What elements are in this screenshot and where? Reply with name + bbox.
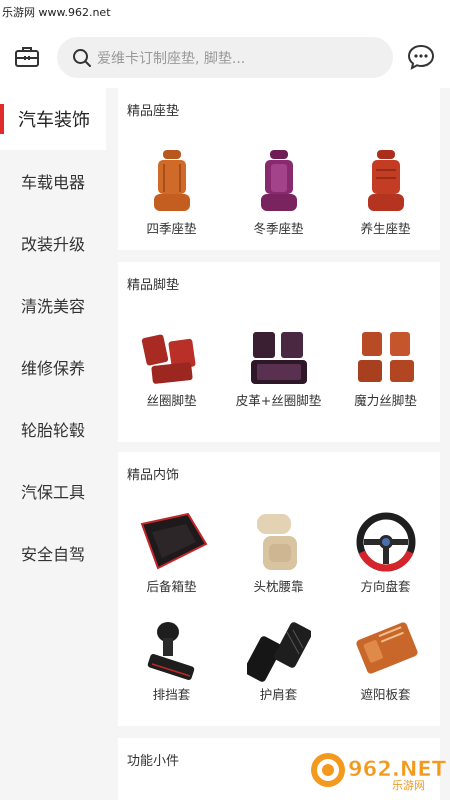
toolbox-icon[interactable] — [12, 42, 42, 72]
floor-mat-icon — [357, 332, 414, 382]
section-title: 精品脚垫 — [127, 278, 180, 293]
seat-cushion-icon — [260, 150, 297, 211]
sidebar-item-label: 轮胎轮毂 — [21, 421, 86, 440]
product-trunk-mat[interactable]: 后备箱垫 — [118, 510, 225, 595]
sidebar-item-tools[interactable]: 汽保工具 — [0, 460, 106, 522]
product-label: 排挡套 — [152, 687, 191, 702]
sidebar-item-car-electronics[interactable]: 车载电器 — [0, 150, 106, 212]
section-interior: 精品内饰 后备箱垫 头枕腰靠 方向盘套 排挡套 护肩套 遮阳板套 — [118, 452, 440, 726]
app-screen: 爱维卡订制座垫, 脚垫... 乐游网 www.962.net 汽车装饰 车载电器… — [0, 0, 450, 800]
sidebar-item-label: 汽保工具 — [21, 483, 86, 502]
logo-text: 962.NET — [348, 757, 446, 781]
sidebar-item-label: 汽车装饰 — [18, 110, 90, 131]
product-label: 魔力丝脚垫 — [354, 393, 417, 408]
product-health-cushion[interactable]: 养生座垫 — [332, 150, 439, 237]
section-floor-mats: 精品脚垫 丝圈脚垫 皮革+丝圈脚垫 魔力丝脚垫 — [118, 262, 440, 442]
product-coil-floor-mat[interactable]: 丝圈脚垫 — [118, 330, 225, 409]
sidebar-item-maintenance[interactable]: 维修保养 — [0, 336, 106, 398]
seat-cushion-icon — [153, 150, 190, 211]
product-label: 护肩套 — [259, 687, 298, 702]
search-icon — [73, 49, 91, 67]
steering-wheel-icon — [356, 512, 415, 572]
logo-subtext: 乐游网 — [392, 779, 425, 792]
floor-mat-icon — [250, 332, 307, 384]
chat-bubble-icon[interactable] — [406, 42, 436, 72]
section-seat-cushions: 精品座垫 四季座垫 冬季座垫 养生座垫 — [118, 88, 440, 250]
product-headrest-lumbar[interactable]: 头枕腰靠 — [225, 510, 332, 595]
search-input[interactable]: 爱维卡订制座垫, 脚垫... — [97, 48, 245, 68]
product-sun-visor-cover[interactable]: 遮阳板套 — [332, 620, 439, 703]
section-title: 精品内饰 — [127, 468, 180, 483]
product-magic-silk-mat[interactable]: 魔力丝脚垫 — [332, 330, 439, 409]
sidebar-item-label: 维修保养 — [21, 359, 86, 378]
category-content: 精品座垫 四季座垫 冬季座垫 养生座垫 精品脚垫 丝圈脚垫 皮革+丝圈脚垫 魔力… — [106, 88, 450, 800]
section-title: 功能小件 — [127, 754, 180, 769]
headrest-icon — [256, 514, 297, 570]
product-label: 四季座垫 — [146, 221, 197, 236]
product-steering-cover[interactable]: 方向盘套 — [332, 510, 439, 595]
product-label: 后备箱垫 — [146, 579, 197, 594]
product-label: 冬季座垫 — [253, 221, 304, 236]
trunk-mat-icon — [140, 512, 207, 570]
sidebar-item-label: 安全自驾 — [21, 545, 86, 564]
search-bar[interactable]: 爱维卡订制座垫, 脚垫... — [57, 37, 393, 78]
sidebar-item-cleaning[interactable]: 清洗美容 — [0, 274, 106, 336]
product-label: 养生座垫 — [360, 221, 411, 236]
sun-visor-icon — [355, 622, 418, 674]
962-logo-watermark: 962.NET 乐游网 — [311, 753, 446, 792]
product-four-season-cushion[interactable]: 四季座垫 — [118, 150, 225, 237]
product-label: 皮革+丝圈脚垫 — [235, 393, 322, 408]
shoulder-pad-icon — [246, 622, 311, 682]
product-winter-cushion[interactable]: 冬季座垫 — [225, 150, 332, 237]
product-label: 方向盘套 — [360, 579, 411, 594]
seat-cushion-icon — [367, 150, 404, 211]
sidebar-item-safety[interactable]: 安全自驾 — [0, 522, 106, 584]
product-label: 丝圈脚垫 — [146, 393, 197, 408]
floor-mat-icon — [141, 334, 195, 384]
sidebar-item-modification[interactable]: 改装升级 — [0, 212, 106, 274]
category-sidebar: 汽车装饰 车载电器 改装升级 清洗美容 维修保养 轮胎轮毂 汽保工具 安全自驾 — [0, 88, 106, 800]
section-title: 精品座垫 — [127, 104, 180, 119]
product-gear-cover[interactable]: 排挡套 — [118, 620, 225, 703]
sidebar-item-label: 车载电器 — [21, 173, 86, 192]
product-leather-coil-mat[interactable]: 皮革+丝圈脚垫 — [225, 330, 332, 409]
sidebar-item-tires-wheels[interactable]: 轮胎轮毂 — [0, 398, 106, 460]
site-watermark: 乐游网 www.962.net — [2, 6, 111, 19]
sidebar-item-auto-decoration[interactable]: 汽车装饰 — [0, 88, 106, 150]
gear-shift-icon — [147, 622, 194, 680]
sidebar-item-label: 清洗美容 — [21, 297, 86, 316]
product-label: 遮阳板套 — [360, 687, 411, 702]
sidebar-item-label: 改装升级 — [21, 235, 86, 254]
active-indicator — [0, 104, 4, 134]
product-label: 头枕腰靠 — [253, 579, 304, 594]
product-shoulder-pad[interactable]: 护肩套 — [225, 620, 332, 703]
